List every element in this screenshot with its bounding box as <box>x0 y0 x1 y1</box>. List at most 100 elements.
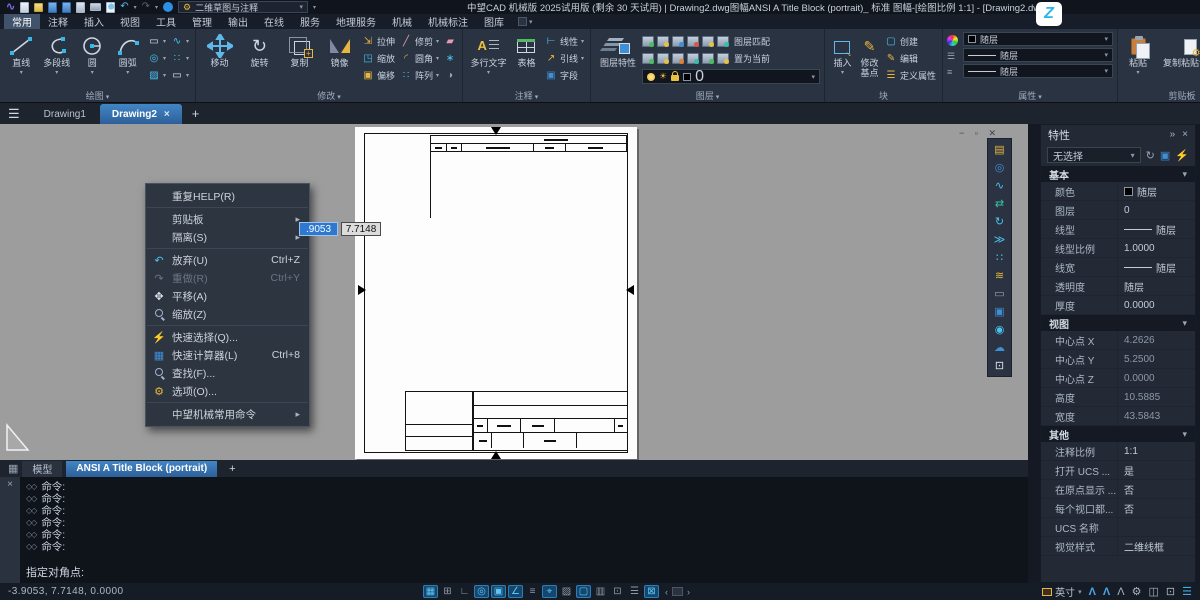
paste-button[interactable]: 粘贴 <box>1122 31 1154 89</box>
menu-item-options[interactable]: ⚙选项(O)... <box>146 382 309 400</box>
copy-tool-icon[interactable]: ▣ <box>991 304 1008 319</box>
clean-screen-toggle-icon[interactable]: ⊠ <box>644 585 659 598</box>
layer-lock-icon[interactable] <box>672 36 684 47</box>
new-layout-button[interactable]: + <box>221 463 243 475</box>
ribbon-tab-library[interactable]: 图库 <box>476 14 512 29</box>
ribbon-tab-geo[interactable]: 地理服务 <box>328 14 384 29</box>
linear-dim-button[interactable]: ⊢线性 <box>543 33 586 50</box>
section-other[interactable]: 其他 <box>1041 426 1195 442</box>
display-toggle-icon[interactable]: ◫ <box>1149 585 1159 598</box>
prop-row-center-x[interactable]: 中心点 X4.2626 <box>1041 331 1195 350</box>
otrack-toggle-icon[interactable]: ∠ <box>508 585 523 598</box>
menu-item-isolate[interactable]: 隔离(S) <box>146 228 309 246</box>
menu-item-quick-select[interactable]: ⚡快速选择(Q)... <box>146 328 309 346</box>
offset-button[interactable]: ▣偏移 <box>360 67 397 84</box>
layer-color-swatch[interactable] <box>683 73 691 81</box>
redo-dropdown-icon[interactable]: ▾ <box>155 4 158 11</box>
workspace-switcher[interactable]: ⚙ 二维草图与注释 <box>178 1 308 13</box>
menu-item-redo[interactable]: ↷重做(R)Ctrl+Y <box>146 269 309 287</box>
ribbon-tab-annotate[interactable]: 注释 <box>40 14 76 29</box>
trim-button[interactable]: ╱修剪 <box>398 33 441 50</box>
osnap-toggle-icon[interactable]: ▣ <box>491 585 506 598</box>
layer-thaw-icon[interactable] <box>657 53 669 64</box>
layer-walk-icon[interactable] <box>642 53 654 64</box>
layer-prev-icon[interactable] <box>702 53 714 64</box>
layer-sun-icon[interactable]: ☀ <box>659 71 667 82</box>
menu-item-find[interactable]: 查找(F)... <box>146 364 309 382</box>
layer-on-icon[interactable] <box>642 36 654 47</box>
hamburger-icon[interactable]: ☰ <box>8 106 20 122</box>
annotation-autoscale-icon[interactable]: Λ <box>1103 586 1110 598</box>
quick-select-palette-icon[interactable]: ⚡ <box>1175 149 1189 162</box>
ribbon-tab-online[interactable]: 在线 <box>256 14 292 29</box>
osnap3d-toggle-icon[interactable]: ▥ <box>593 585 608 598</box>
new-tab-button[interactable]: + <box>184 106 208 121</box>
cloud-icon[interactable]: ☁ <box>991 340 1008 355</box>
layout-tab-model[interactable]: 模型 <box>22 461 62 477</box>
ribbon-display-toggle[interactable]: ▾ <box>518 14 533 29</box>
define-attr-button[interactable]: ☰定义属性 <box>883 67 938 84</box>
polyline-edit-icon[interactable]: ∿ <box>991 178 1008 193</box>
prop-row-center-y[interactable]: 中心点 Y5.2500 <box>1041 350 1195 369</box>
hatch-button[interactable]: ▨ <box>146 67 168 84</box>
measure-icon[interactable]: ≋ <box>991 268 1008 283</box>
workspace-gear-icon[interactable]: ⚙ <box>1132 585 1142 598</box>
linetype-combo[interactable]: 随层 <box>963 48 1113 62</box>
lineweight-toggle-icon[interactable]: ≡ <box>525 585 540 598</box>
ribbon-tab-manage[interactable]: 管理 <box>184 14 220 29</box>
stretch-button[interactable]: ⇲拉伸 <box>360 33 397 50</box>
prop-row-thickness[interactable]: 厚度0.0000 <box>1041 296 1195 315</box>
prop-row-visual-style[interactable]: 视觉样式二维线框 <box>1041 537 1195 556</box>
layer-make-current-button[interactable]: 置为当前 <box>734 52 770 65</box>
command-prompt[interactable]: 指定对角点: <box>26 564 1022 580</box>
spline-button[interactable]: ∿ <box>169 33 191 50</box>
layer-isolate-icon[interactable] <box>702 36 714 47</box>
autohide-icon[interactable]: » <box>1170 129 1176 140</box>
command-history[interactable]: ◇◇命令: ◇◇命令: ◇◇命令: ◇◇命令: ◇◇命令: ◇◇命令: 指定对角… <box>20 477 1028 583</box>
fillet-button[interactable]: ◜圆角 <box>398 50 441 67</box>
line-button[interactable]: 直线 <box>4 31 38 89</box>
snap-toggle-icon[interactable]: ⊞ <box>440 585 455 598</box>
command-close-icon[interactable]: × <box>7 479 13 490</box>
doc-tab-drawing1[interactable]: Drawing1 <box>32 104 98 124</box>
print-icon[interactable] <box>90 3 101 11</box>
annotate-panel-label[interactable]: 注释 <box>463 89 590 102</box>
revcloud-button[interactable]: ▭ <box>169 67 191 84</box>
toggle-pickadd-icon[interactable]: ↻ <box>1146 149 1155 162</box>
section-basic[interactable]: 基本 <box>1041 166 1195 182</box>
doc-tab-drawing2[interactable]: Drawing2× <box>100 104 182 124</box>
match-props-icon[interactable]: ▤ <box>991 142 1008 157</box>
table-button[interactable]: 表格 <box>511 31 542 89</box>
selection-dropdown[interactable]: 无选择 <box>1047 147 1141 163</box>
dynamic-input-toggle-icon[interactable]: ⌖ <box>542 585 557 598</box>
help-icon[interactable] <box>163 2 173 12</box>
clipboard-panel-label[interactable]: 剪贴板 <box>1118 89 1200 102</box>
section-view[interactable]: 视图 <box>1041 315 1195 331</box>
layer-unlock-icon[interactable] <box>672 53 684 64</box>
ribbon-tab-service[interactable]: 服务 <box>292 14 328 29</box>
annotation-monitor-icon[interactable]: ☰ <box>627 585 642 598</box>
ribbon-tab-mechanical[interactable]: 机械 <box>384 14 420 29</box>
next-icon[interactable]: › <box>687 587 690 597</box>
join-button[interactable]: ◑ <box>442 67 458 84</box>
redo-icon[interactable]: ↷ <box>142 2 150 12</box>
field-button[interactable]: ▣字段 <box>543 67 586 84</box>
point-button[interactable]: ∷ <box>169 50 191 67</box>
menu-item-pan[interactable]: ✥平移(A) <box>146 287 309 305</box>
explode-button[interactable]: ∗ <box>442 50 458 67</box>
leader-button[interactable]: ↗引线 <box>543 50 586 67</box>
mtext-button[interactable]: A 多行文字 <box>467 31 510 89</box>
rectangle-button[interactable]: ▭ <box>146 33 168 50</box>
annotation-visibility-icon[interactable]: Λ <box>1089 586 1096 598</box>
layer-select-combo[interactable]: ☀ 0 <box>642 69 820 84</box>
menu-item-undo[interactable]: ↶放弃(U)Ctrl+Z <box>146 251 309 269</box>
text-tool-icon[interactable]: ▭ <box>991 286 1008 301</box>
swap-icon[interactable]: ⇄ <box>991 196 1008 211</box>
layer-off-icon[interactable] <box>687 36 699 47</box>
transparency-toggle-icon[interactable]: ▨ <box>559 585 574 598</box>
layout-grid-icon[interactable]: ▦ <box>8 462 18 475</box>
mirror-button[interactable]: 镜像 <box>320 31 359 89</box>
layer-freeze-icon[interactable] <box>657 36 669 47</box>
polyline-button[interactable]: 多段线 <box>39 31 73 89</box>
distribute-icon[interactable]: ≫ <box>991 232 1008 247</box>
